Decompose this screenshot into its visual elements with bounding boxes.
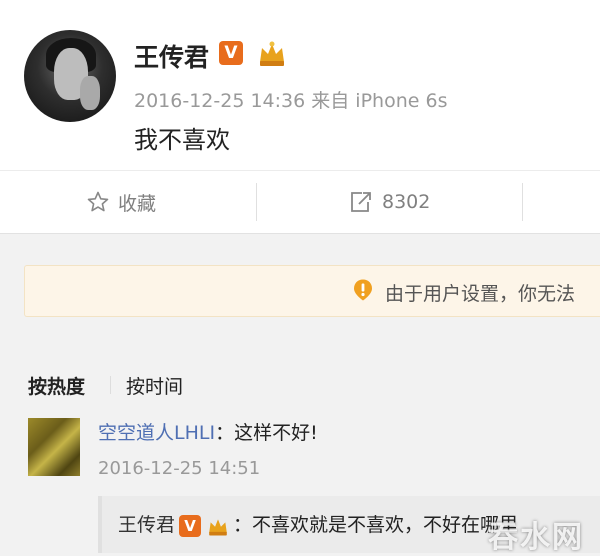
user-avatar[interactable]	[24, 30, 116, 122]
post-content: 我不喜欢	[134, 126, 230, 154]
post-meta: 2016-12-25 14:36 来自 iPhone 6s	[134, 86, 447, 113]
crown-member-icon	[209, 518, 227, 536]
crown-member-icon[interactable]	[256, 38, 288, 68]
repost-count: 8302	[382, 191, 431, 213]
commenter-username[interactable]: 空空道人LHLI	[98, 422, 215, 444]
verified-v-icon[interactable]: V	[219, 41, 243, 65]
weibo-post-card: 王传君 V 2016-12-25 14:36 来自 iPhone 6s 我不喜欢	[0, 0, 600, 170]
commenter-avatar[interactable]	[28, 418, 80, 476]
post-action-bar: 收藏 8302	[0, 170, 600, 234]
site-watermark: 吞水网	[488, 520, 584, 555]
notice-text: 由于用户设置，你无法	[385, 283, 576, 305]
post-username[interactable]: 王传君	[134, 38, 209, 74]
reply-username[interactable]: 王传君	[118, 514, 175, 536]
repost-icon	[351, 192, 371, 212]
action-divider	[522, 183, 523, 221]
reply-body: 王传君 V ：不喜欢就是不喜欢，不好在哪里	[118, 510, 518, 537]
sort-divider	[110, 376, 111, 394]
favorite-label: 收藏	[118, 192, 157, 215]
avatar-hand	[80, 76, 100, 110]
verified-v-icon: V	[179, 514, 202, 537]
favorite-button[interactable]: 收藏	[86, 171, 156, 233]
comment-timestamp: 2016-12-25 14:51	[98, 458, 261, 479]
action-divider	[256, 183, 257, 221]
post-timestamp: 2016-12-25 14:36	[134, 90, 306, 112]
warning-icon	[354, 279, 372, 301]
sort-by-hot-tab[interactable]: 按热度	[28, 372, 85, 399]
repost-button[interactable]: 8302	[348, 171, 430, 233]
comment-body: 空空道人LHLI：这样不好!	[98, 418, 318, 445]
reply-text: ：不喜欢就是不喜欢，不好在哪里	[233, 514, 519, 536]
star-icon	[87, 191, 109, 212]
sort-by-time-tab[interactable]: 按时间	[126, 372, 183, 399]
comment-text: ：这样不好!	[215, 422, 318, 444]
post-source[interactable]: 来自 iPhone 6s	[311, 90, 447, 112]
privacy-notice-banner: 由于用户设置，你无法	[24, 265, 600, 317]
